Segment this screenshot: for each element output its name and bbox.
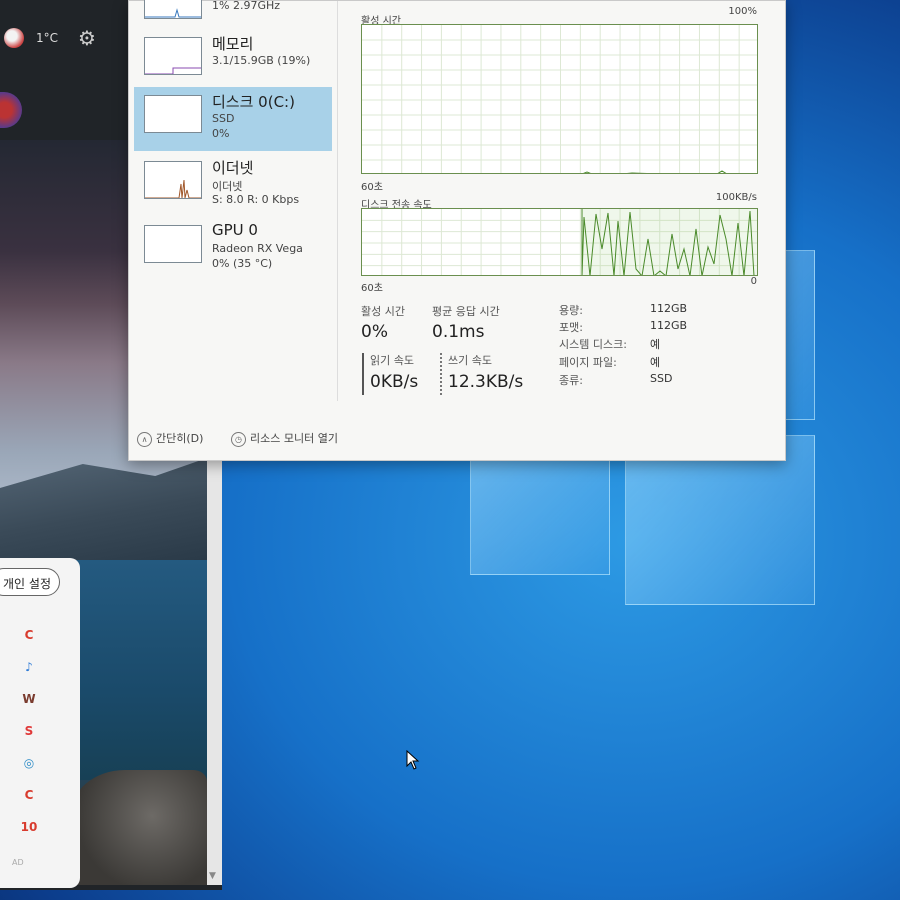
write-speed-value: 12.3KB/s <box>448 372 524 392</box>
write-speed-bar <box>440 353 442 395</box>
resource-monitor-label: 리소스 모니터 열기 <box>250 432 338 445</box>
graph-max-label: 100% <box>728 6 757 17</box>
capacity-value: 112GB <box>650 302 688 315</box>
capacity-label: 용량: <box>559 304 583 317</box>
app-shortcut-icon[interactable]: S <box>20 722 38 740</box>
sidebar-item-detail: 0% <box>212 127 230 140</box>
app-shortcut-icon[interactable]: C <box>20 626 38 644</box>
graph-time-label: 60초 <box>361 283 383 294</box>
resource-monitor-link[interactable]: ◷ 리소스 모니터 열기 <box>231 431 338 451</box>
sidebar-item-detail: 0% (35 °C) <box>212 257 273 270</box>
sidebar-item-memory[interactable]: 메모리 3.1/15.9GB (19%) <box>134 29 332 93</box>
write-speed-label: 쓰기 속도 <box>448 354 492 367</box>
active-time-graph <box>361 24 758 174</box>
type-label: 종류: <box>559 374 583 387</box>
avatar[interactable] <box>0 92 22 128</box>
type-value: SSD <box>650 372 673 385</box>
app-shortcut-icon[interactable]: ♪ <box>20 658 38 676</box>
sidebar-item-detail: S: 8.0 R: 0 Kbps <box>212 193 300 206</box>
sidebar-item-detail: SSD <box>212 112 235 125</box>
temperature-text[interactable]: 1°C <box>36 31 58 45</box>
ethernet-thumbnail <box>144 161 202 199</box>
format-label: 포맷: <box>559 321 583 334</box>
read-speed-label: 읽기 속도 <box>370 354 414 367</box>
memory-thumbnail <box>144 37 202 75</box>
fewer-details-button[interactable]: ∧ 간단히(D) <box>137 431 203 451</box>
panel-divider <box>337 1 338 401</box>
sidebar-item-detail: 이더넷 <box>212 180 243 193</box>
personalize-button[interactable]: 개인 설정 <box>0 568 60 596</box>
gpu-thumbnail <box>144 225 202 263</box>
transfer-rate-graph <box>361 208 758 276</box>
sidebar-item-label: 디스크 0(C:) <box>212 93 295 111</box>
sidebar-item-ethernet[interactable]: 이더넷 이더넷 S: 8.0 R: 0 Kbps <box>134 153 332 217</box>
sidebar-item-label: GPU 0 <box>212 221 258 239</box>
active-time-value: 0% <box>361 322 388 342</box>
system-disk-label: 시스템 디스크: <box>559 338 627 351</box>
logo-pane <box>470 445 610 575</box>
avg-response-label: 평균 응답 시간 <box>432 305 500 318</box>
scroll-down-arrow-icon[interactable]: ▼ <box>209 871 216 881</box>
sidebar-item-detail: 3.1/15.9GB (19%) <box>212 54 311 67</box>
graph-min-label: 0 <box>750 276 757 287</box>
sidebar-item-label: 메모리 <box>212 35 254 53</box>
task-manager-window: 1% 2.97GHz 메모리 3.1/15.9GB (19%) 디스크 0(C:… <box>128 0 786 461</box>
photo-rock <box>70 770 207 885</box>
sidebar-item-disk[interactable]: 디스크 0(C:) SSD 0% <box>134 87 332 151</box>
app-shortcut-icon[interactable]: ◎ <box>20 754 38 772</box>
disk-detail-pane: 활성 시간 100% 60초 디스크 전송 속도 100KB/s 60초 0 활… <box>361 1 761 421</box>
read-speed-value: 0KB/s <box>370 372 419 392</box>
app-shortcut-icon[interactable]: 10 <box>20 818 38 836</box>
resource-monitor-icon: ◷ <box>231 431 246 447</box>
task-manager-footer: ∧ 간단히(D) ◷ 리소스 모니터 열기 <box>129 421 785 461</box>
app-shortcut-icon[interactable]: C <box>20 786 38 804</box>
sidebar-item-label: 이더넷 <box>212 159 254 177</box>
ad-label: AD <box>12 858 24 867</box>
read-speed-bar <box>362 353 364 395</box>
disk-thumbnail <box>144 95 202 133</box>
app-shortcut-icon[interactable]: W <box>20 690 38 708</box>
sidebar-item-detail: 1% 2.97GHz <box>212 0 281 12</box>
mouse-cursor-icon <box>406 750 420 770</box>
page-file-value: 예 <box>650 356 661 369</box>
fewer-details-label: 간단히(D) <box>156 432 204 445</box>
system-disk-value: 예 <box>650 338 661 351</box>
page-file-label: 페이지 파일: <box>559 356 617 369</box>
format-value: 112GB <box>650 319 688 332</box>
active-time-label: 활성 시간 <box>361 305 405 318</box>
gear-icon[interactable]: ⚙ <box>78 26 96 50</box>
graph-time-label: 60초 <box>361 182 383 193</box>
performance-sidebar: 1% 2.97GHz 메모리 3.1/15.9GB (19%) 디스크 0(C:… <box>129 0 334 421</box>
cpu-thumbnail <box>144 0 202 19</box>
sidebar-item-gpu[interactable]: GPU 0 Radeon RX Vega 0% (35 °C) <box>134 217 332 281</box>
avg-response-value: 0.1ms <box>432 322 485 342</box>
weather-icon[interactable] <box>4 28 24 48</box>
graph-max-label: 100KB/s <box>715 192 757 203</box>
sidebar-item-detail: Radeon RX Vega <box>212 242 303 255</box>
app-shortcuts-card: 개인 설정 C ♪ W S ◎ C 10 AD <box>0 558 80 888</box>
chevron-up-icon: ∧ <box>137 431 152 447</box>
